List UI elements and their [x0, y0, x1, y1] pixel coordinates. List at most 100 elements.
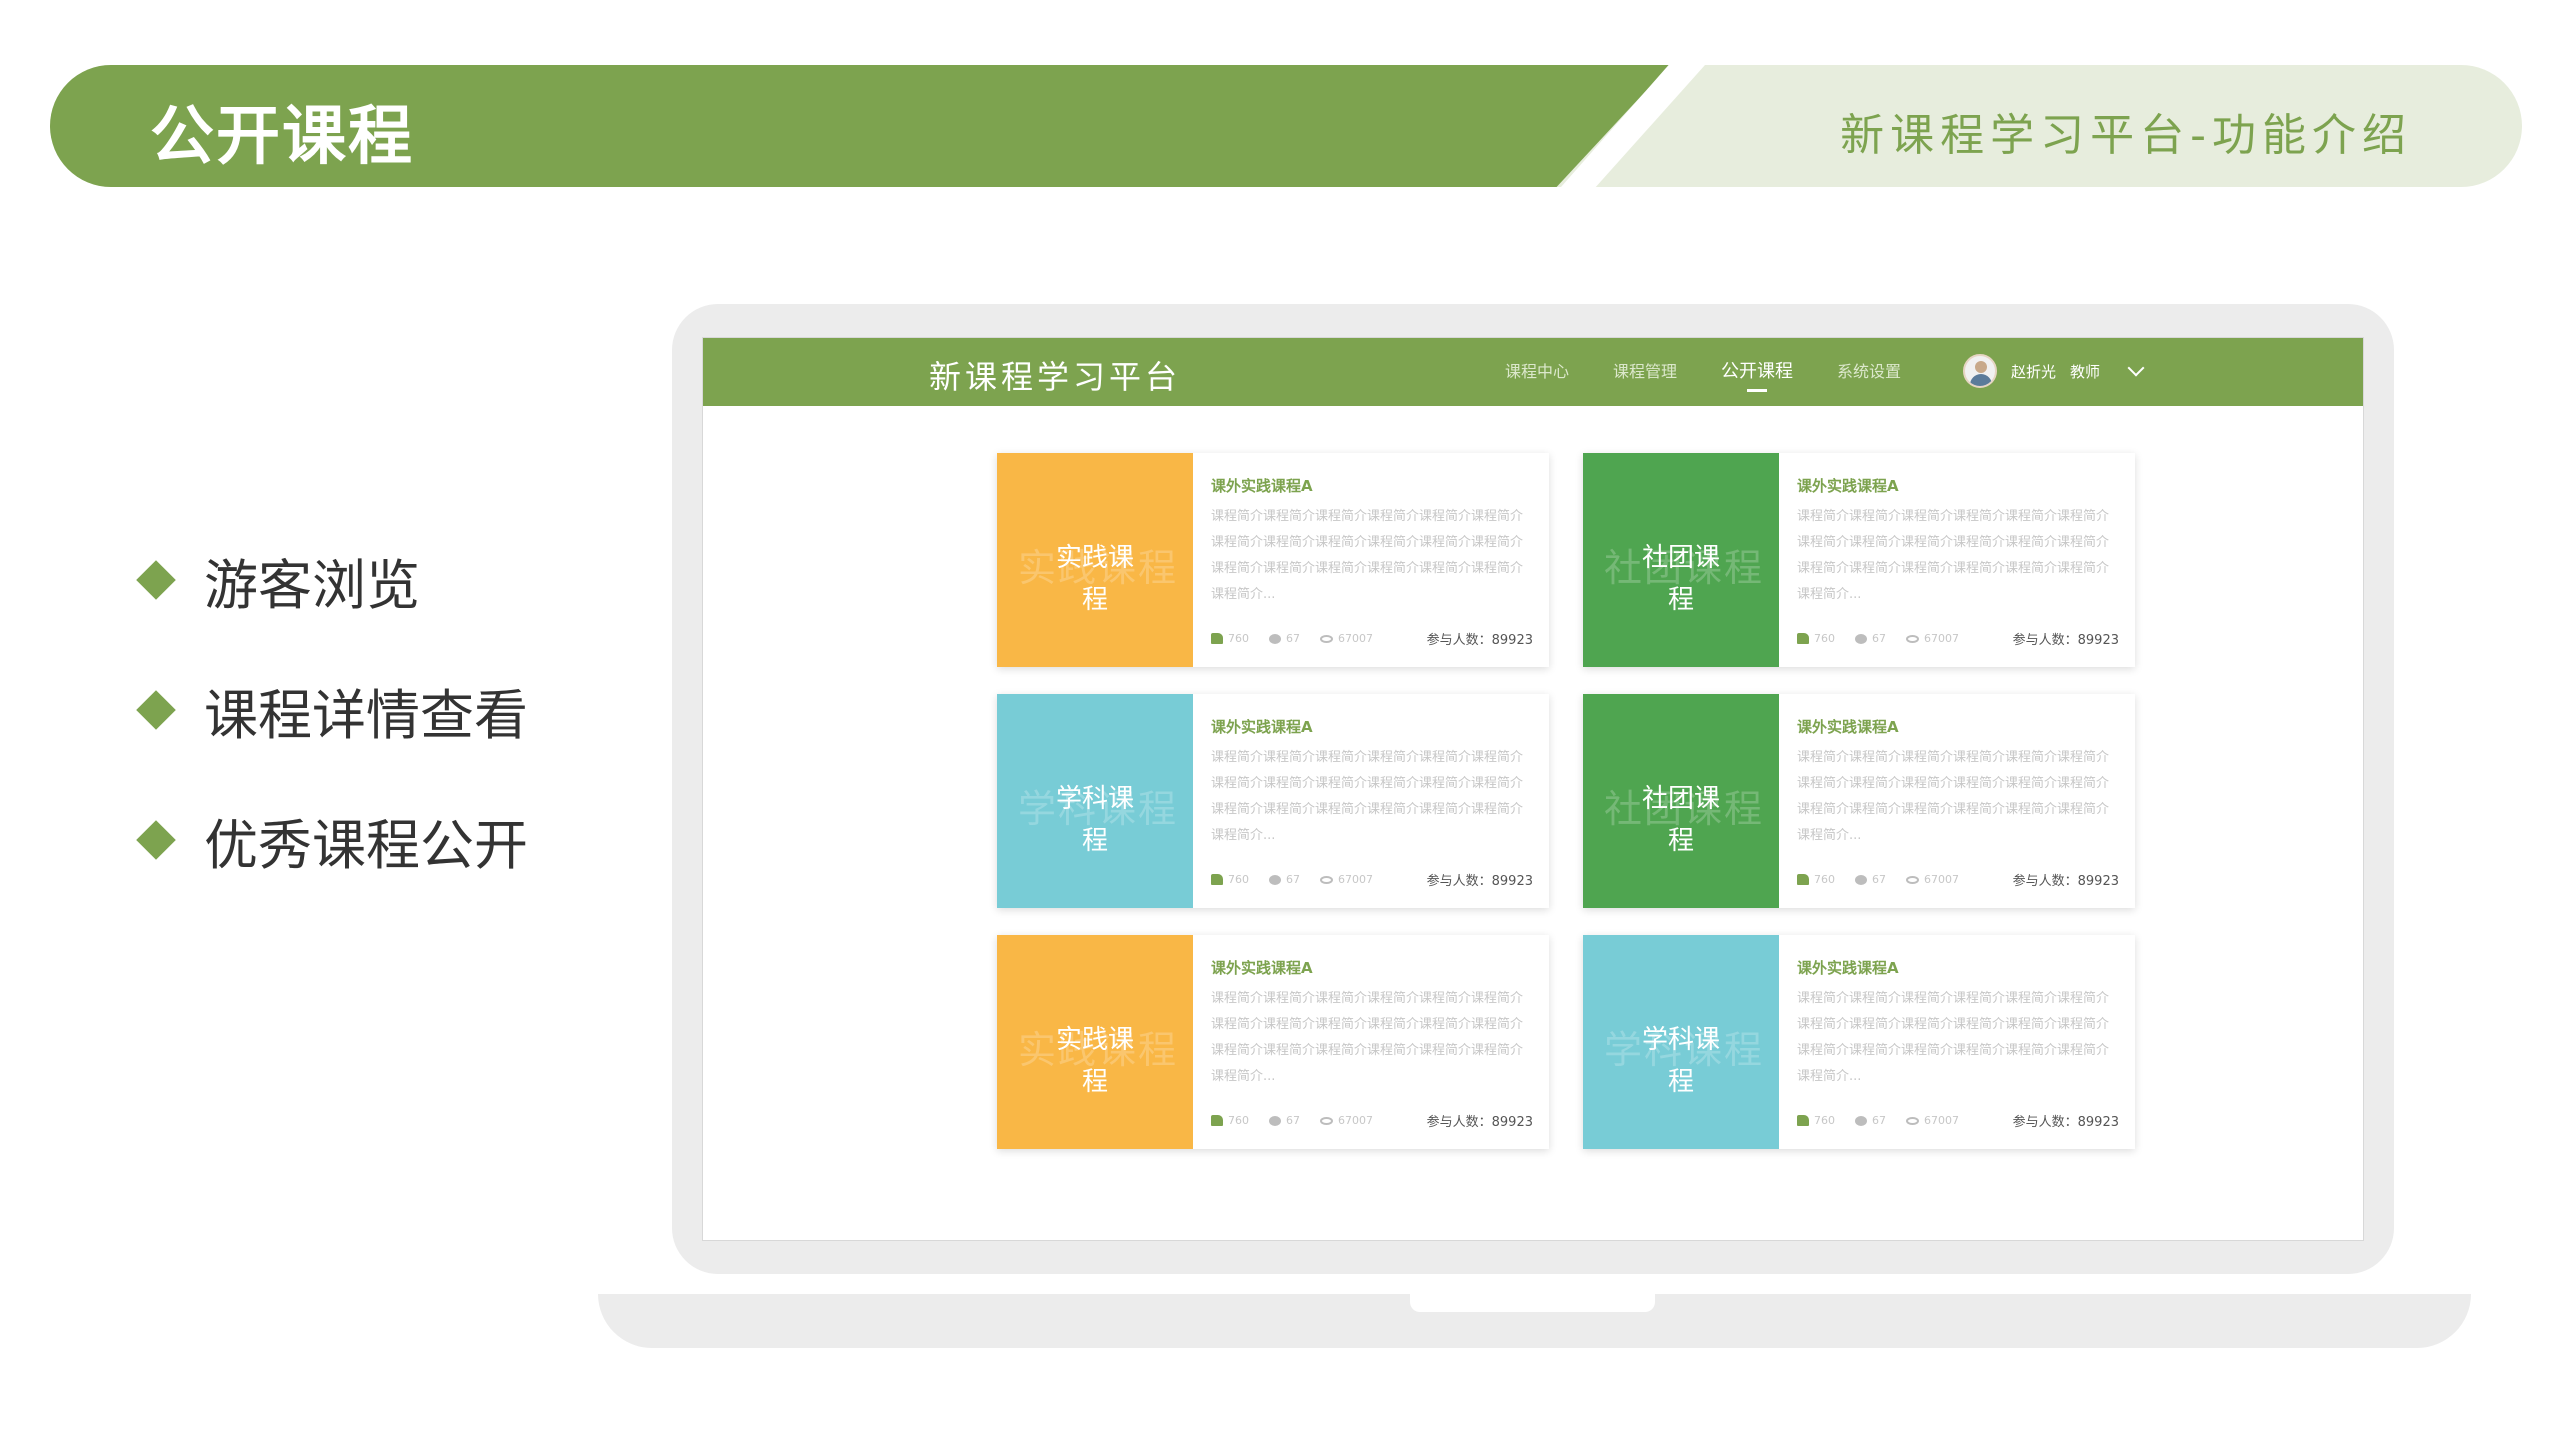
thumbnail-label: 社团课程	[1631, 778, 1731, 862]
comment-icon[interactable]	[1269, 874, 1281, 885]
like-icon[interactable]	[1797, 874, 1809, 885]
course-info: 课外实践课程A 课程简介课程简介课程简介课程简介课程简介课程简介课程简介课程简介课…	[1779, 453, 2135, 667]
course-description: 课程简介课程简介课程简介课程简介课程简介课程简介课程简介课程简介课程简介课程简介…	[1211, 509, 1524, 602]
course-description: 课程简介课程简介课程简介课程简介课程简介课程简介课程简介课程简介课程简介课程简介…	[1797, 509, 2110, 602]
like-icon[interactable]	[1211, 633, 1223, 644]
user-name: 赵折光	[2011, 362, 2057, 381]
course-stats: 760 67 67007 参与人数：89923	[1797, 1111, 2119, 1130]
diamond-bullet-icon	[136, 820, 176, 860]
course-info: 课外实践课程A 课程简介课程简介课程简介课程简介课程简介课程简介课程简介课程简介课…	[1779, 935, 2135, 1149]
view-count: 67007	[1338, 873, 1373, 886]
like-icon[interactable]	[1211, 874, 1223, 885]
course-title[interactable]: 课外实践课程A	[1211, 716, 1533, 737]
thumbnail-label-line1: 学科课	[1641, 1025, 1720, 1055]
like-count: 760	[1814, 873, 1835, 886]
course-thumbnail[interactable]: 实践课程 实践课程	[997, 453, 1193, 667]
course-thumbnail[interactable]: 学科课程 学科课程	[997, 694, 1193, 908]
avatar	[1963, 354, 1997, 388]
course-title[interactable]: 课外实践课程A	[1797, 475, 2119, 496]
course-info: 课外实践课程A 课程简介课程简介课程简介课程简介课程简介课程简介课程简介课程简介课…	[1193, 935, 1549, 1149]
comment-count: 67	[1872, 1114, 1886, 1127]
eye-icon	[1906, 634, 1919, 643]
course-title[interactable]: 课外实践课程A	[1211, 475, 1533, 496]
course-card[interactable]: 实践课程 实践课程课外实践课程A 课程简介课程简介课程简介课程简介课程简介课程简介课…	[997, 935, 1549, 1149]
course-card[interactable]: 社团课程 社团课程课外实践课程A 课程简介课程简介课程简介课程简介课程简介课程简介课…	[1583, 453, 2135, 667]
thumbnail-label-line2: 程	[1667, 826, 1694, 856]
comment-icon[interactable]	[1269, 633, 1281, 644]
chevron-down-icon[interactable]	[2127, 359, 2145, 377]
nav-course-center[interactable]: 课程中心	[1505, 338, 1569, 406]
participant-count: 参与人数：89923	[2012, 874, 2119, 889]
thumbnail-label-line2: 程	[1081, 1067, 1108, 1097]
app-header: 新课程学习平台 课程中心 课程管理 公开课程 系统设置 赵折光 教师	[703, 338, 2363, 406]
participant-count: 参与人数：89923	[2012, 1115, 2119, 1130]
eye-icon	[1320, 1116, 1333, 1125]
feature-item: 优秀课程公开	[130, 808, 528, 877]
nav-public-courses[interactable]: 公开课程	[1721, 338, 1793, 406]
user-role: 教师	[2070, 362, 2101, 381]
eye-icon	[1320, 634, 1333, 643]
course-info: 课外实践课程A 课程简介课程简介课程简介课程简介课程简介课程简介课程简介课程简介课…	[1779, 694, 2135, 908]
comment-count: 67	[1286, 632, 1300, 645]
thumbnail-label-line1: 学科课	[1055, 784, 1134, 814]
thumbnail-label: 学科课程	[1631, 1019, 1731, 1103]
feature-item: 游客浏览	[130, 548, 528, 617]
like-count: 760	[1228, 632, 1249, 645]
course-card[interactable]: 学科课程 学科课程课外实践课程A 课程简介课程简介课程简介课程简介课程简介课程简介课…	[997, 694, 1549, 908]
course-thumbnail[interactable]: 实践课程 实践课程	[997, 935, 1193, 1149]
laptop-notch	[1410, 1294, 1655, 1312]
like-icon[interactable]	[1797, 1115, 1809, 1126]
course-thumbnail[interactable]: 社团课程 社团课程	[1583, 453, 1779, 667]
view-count: 67007	[1338, 632, 1373, 645]
user-menu[interactable]: 赵折光 教师	[1963, 354, 2145, 388]
like-icon[interactable]	[1211, 1115, 1223, 1126]
thumbnail-label: 学科课程	[1045, 778, 1145, 862]
comment-count: 67	[1286, 873, 1300, 886]
feature-text: 课程详情查看	[204, 683, 528, 747]
like-count: 760	[1814, 1114, 1835, 1127]
course-title[interactable]: 课外实践课程A	[1797, 957, 2119, 978]
comment-icon[interactable]	[1855, 874, 1867, 885]
thumbnail-label-line2: 程	[1667, 1067, 1694, 1097]
feature-text: 游客浏览	[204, 553, 420, 617]
comment-icon[interactable]	[1855, 1115, 1867, 1126]
slide-subtitle: 新课程学习平台-功能介绍	[1840, 110, 2412, 161]
participant-count: 参与人数：89923	[1426, 1115, 1533, 1130]
nav-course-management[interactable]: 课程管理	[1613, 338, 1677, 406]
diamond-bullet-icon	[136, 560, 176, 600]
view-count: 67007	[1924, 873, 1959, 886]
comment-count: 67	[1872, 632, 1886, 645]
comment-icon[interactable]	[1269, 1115, 1281, 1126]
course-stats: 760 67 67007 参与人数：89923	[1211, 870, 1533, 889]
course-title[interactable]: 课外实践课程A	[1797, 716, 2119, 737]
thumbnail-label-line2: 程	[1667, 585, 1694, 615]
course-card[interactable]: 实践课程 实践课程课外实践课程A 课程简介课程简介课程简介课程简介课程简介课程简介课…	[997, 453, 1549, 667]
course-info: 课外实践课程A 课程简介课程简介课程简介课程简介课程简介课程简介课程简介课程简介课…	[1193, 694, 1549, 908]
participant-count: 参与人数：89923	[2012, 633, 2119, 648]
feature-list: 游客浏览 课程详情查看 优秀课程公开	[130, 548, 528, 938]
thumbnail-label: 实践课程	[1045, 1019, 1145, 1103]
course-card[interactable]: 学科课程 学科课程课外实践课程A 课程简介课程简介课程简介课程简介课程简介课程简介课…	[1583, 935, 2135, 1149]
course-description: 课程简介课程简介课程简介课程简介课程简介课程简介课程简介课程简介课程简介课程简介…	[1211, 991, 1524, 1084]
view-count: 67007	[1924, 632, 1959, 645]
course-thumbnail[interactable]: 学科课程 学科课程	[1583, 935, 1779, 1149]
header-banner: 公开课程 新课程学习平台-功能介绍	[50, 65, 2522, 187]
course-stats: 760 67 67007 参与人数：89923	[1797, 870, 2119, 889]
course-thumbnail[interactable]: 社团课程 社团课程	[1583, 694, 1779, 908]
course-card[interactable]: 社团课程 社团课程课外实践课程A 课程简介课程简介课程简介课程简介课程简介课程简介课…	[1583, 694, 2135, 908]
app-logo[interactable]: 新课程学习平台	[929, 352, 1181, 398]
like-count: 760	[1228, 1114, 1249, 1127]
comment-count: 67	[1286, 1114, 1300, 1127]
comment-icon[interactable]	[1855, 633, 1867, 644]
slide-title: 公开课程	[150, 100, 414, 174]
nav-system-settings[interactable]: 系统设置	[1837, 338, 1901, 406]
thumbnail-label-line1: 社团课	[1641, 784, 1720, 814]
eye-icon	[1320, 875, 1333, 884]
eye-icon	[1906, 1116, 1919, 1125]
course-title[interactable]: 课外实践课程A	[1211, 957, 1533, 978]
like-icon[interactable]	[1797, 633, 1809, 644]
feature-item: 课程详情查看	[130, 678, 528, 747]
eye-icon	[1906, 875, 1919, 884]
course-stats: 760 67 67007 参与人数：89923	[1211, 1111, 1533, 1130]
course-info: 课外实践课程A 课程简介课程简介课程简介课程简介课程简介课程简介课程简介课程简介课…	[1193, 453, 1549, 667]
